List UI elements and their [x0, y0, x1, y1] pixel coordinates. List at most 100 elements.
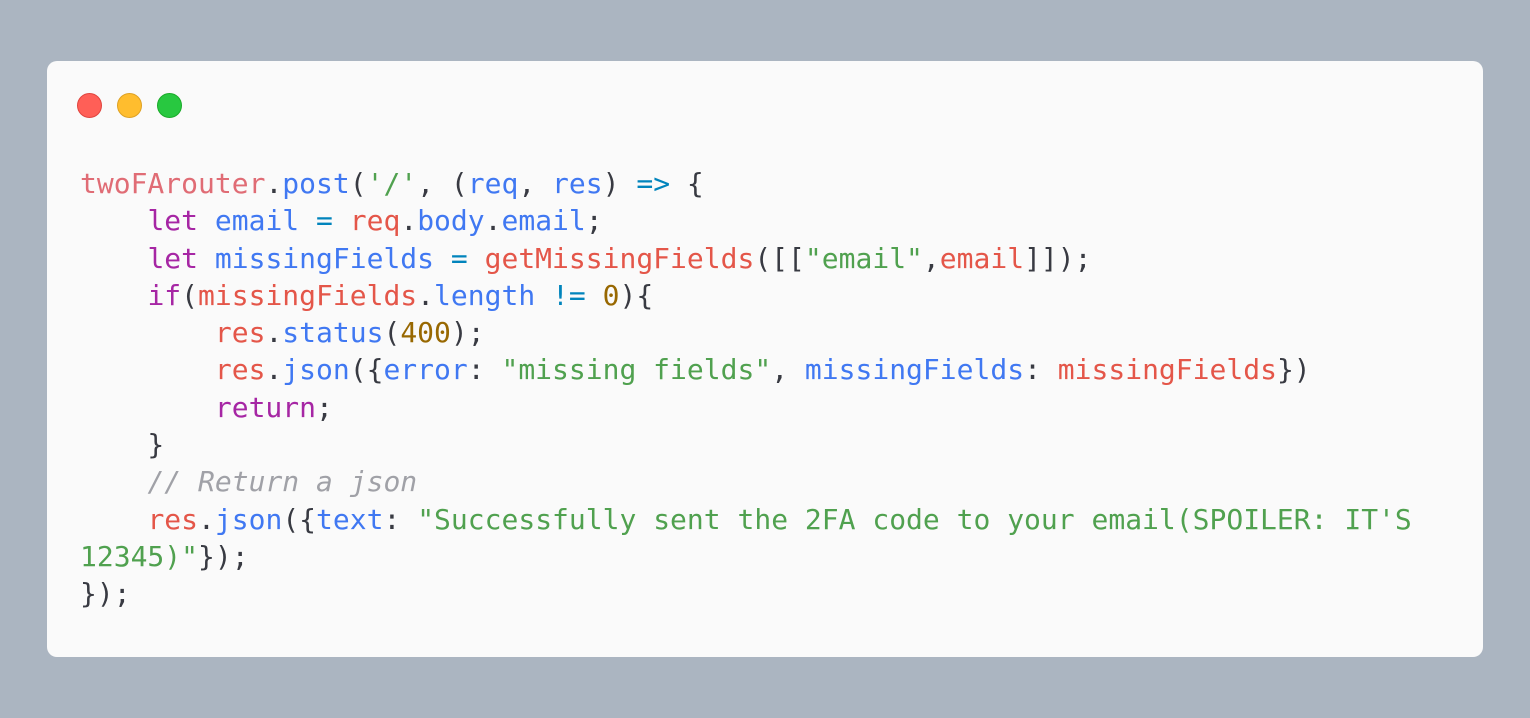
- code-token: 400: [400, 316, 451, 350]
- code-token: 12345)": [80, 539, 199, 573]
- code-token: if: [147, 278, 182, 312]
- code-token: ): [602, 167, 637, 200]
- code-token: twoFArouter: [80, 167, 266, 200]
- code-token: =: [450, 241, 468, 275]
- code-token: :: [1024, 353, 1058, 387]
- code-token: , (: [417, 167, 468, 200]
- code-token: res: [214, 316, 266, 350]
- code-block: twoFArouter.post('/', (req, res) => { le…: [80, 165, 1460, 613]
- code-token: res: [214, 353, 266, 387]
- window-controls: [77, 93, 182, 118]
- code-token: ]]);: [1024, 241, 1092, 275]
- code-token: "email": [804, 241, 923, 275]
- code-line: res.json({error: "missing fields", missi…: [80, 351, 1460, 388]
- code-token: email: [939, 241, 1025, 275]
- code-token: missingFields: [214, 241, 435, 275]
- code-token: json: [282, 353, 350, 387]
- code-token: .: [484, 204, 502, 238]
- code-token: }: [80, 428, 165, 462]
- code-token: });: [80, 577, 131, 611]
- code-token: res: [552, 167, 603, 200]
- code-token: :: [383, 502, 418, 536]
- code-line: if(missingFields.length != 0){: [80, 277, 1460, 314]
- code-token: =>: [636, 167, 671, 200]
- code-token: missingFields: [804, 353, 1025, 387]
- code-token: (: [383, 316, 401, 350]
- code-token: .: [198, 502, 215, 536]
- code-token: json: [214, 502, 283, 536]
- code-token: req: [467, 167, 519, 200]
- code-token: ,: [771, 353, 805, 387]
- minimize-dot-icon: [117, 93, 142, 118]
- code-token: let: [147, 241, 199, 275]
- code-token: 0: [602, 278, 620, 312]
- code-token: post: [282, 167, 350, 200]
- code-line: });: [80, 575, 1460, 612]
- code-token: ,: [518, 167, 553, 200]
- code-line: let email = req.body.email;: [80, 202, 1460, 239]
- code-token: length: [434, 278, 536, 312]
- code-line: }: [80, 426, 1460, 463]
- code-token: :: [467, 353, 502, 387]
- maximize-dot-icon: [157, 93, 182, 118]
- code-token: (: [349, 167, 367, 200]
- code-token: });: [198, 539, 249, 573]
- code-token: missingFields: [198, 278, 418, 312]
- code-token: "Successfully sent the 2FA code to your …: [417, 502, 1412, 536]
- code-token: getMissingFields: [484, 241, 755, 275]
- code-token: error: [383, 353, 468, 387]
- code-window: twoFArouter.post('/', (req, res) => { le…: [47, 61, 1483, 657]
- code-token: let: [147, 204, 199, 238]
- code-token: // Return a json: [147, 465, 418, 499]
- code-token: .: [265, 353, 283, 387]
- code-token: req: [349, 204, 401, 238]
- code-line: return;: [80, 389, 1460, 426]
- code-token: (: [181, 278, 199, 312]
- code-line: 12345)"});: [80, 538, 1460, 575]
- code-token: ,: [922, 241, 940, 275]
- code-token: missingFields: [1057, 353, 1277, 387]
- code-token: =: [316, 204, 333, 238]
- code-line: res.json({text: "Successfully sent the 2…: [80, 501, 1460, 538]
- code-token: );: [450, 316, 485, 350]
- code-token: .: [417, 278, 435, 312]
- code-token: !=: [552, 278, 586, 312]
- code-token: ({: [349, 353, 384, 387]
- code-token: body: [417, 204, 485, 238]
- code-line: res.status(400);: [80, 314, 1460, 351]
- code-token: }): [1276, 353, 1311, 387]
- code-token: text: [316, 502, 384, 536]
- code-token: '/': [366, 167, 418, 200]
- code-token: email: [501, 204, 586, 238]
- code-token: ){: [619, 278, 654, 312]
- code-line: let missingFields = getMissingFields([["…: [80, 240, 1460, 277]
- code-token: {: [670, 167, 704, 200]
- code-token: return: [214, 390, 317, 424]
- code-token: ;: [316, 390, 333, 424]
- code-token: .: [400, 204, 418, 238]
- code-token: res: [147, 502, 199, 536]
- code-token: ([[: [754, 241, 805, 275]
- close-dot-icon: [77, 93, 102, 118]
- code-line: // Return a json: [80, 463, 1460, 500]
- code-token: status: [282, 316, 384, 350]
- code-token: "missing fields": [501, 353, 772, 387]
- code-token: email: [214, 204, 300, 238]
- code-token: ({: [282, 502, 317, 536]
- code-token: ;: [585, 204, 603, 238]
- code-token: .: [265, 167, 283, 200]
